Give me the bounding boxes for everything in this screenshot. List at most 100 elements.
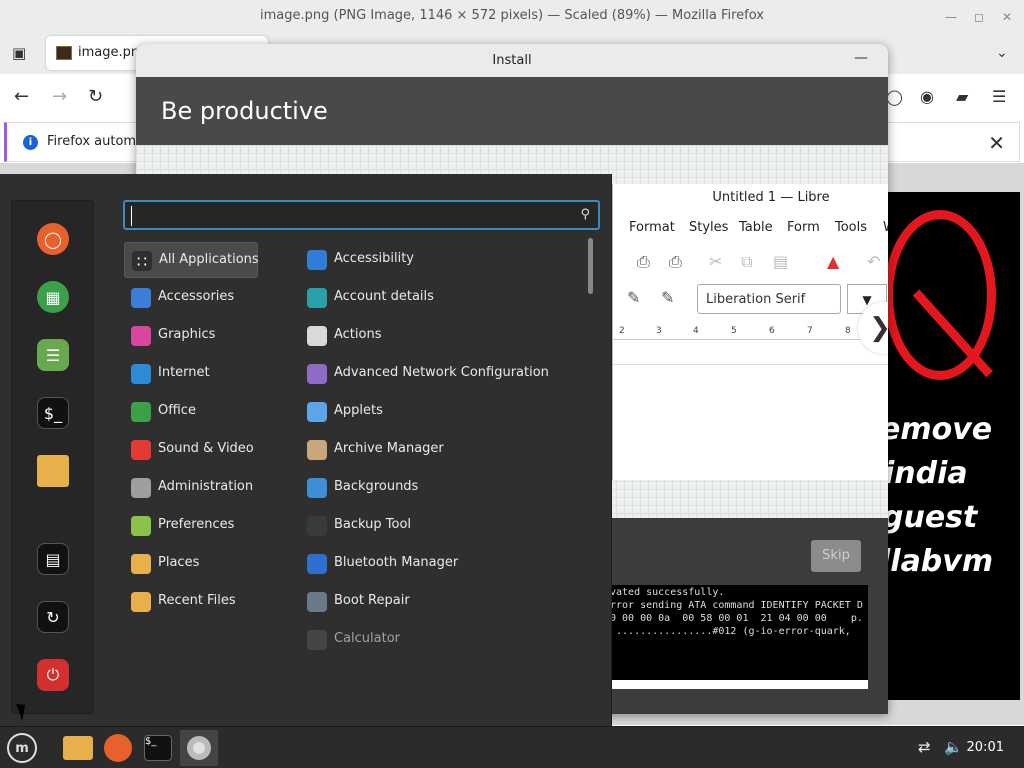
app-label: Actions [334,327,382,342]
skip-button[interactable]: Skip [811,540,861,572]
settings-icon[interactable]: ☰ [37,339,69,371]
search-box: ⚲ [123,200,600,230]
app-label: Applets [334,403,383,418]
image-text-line: guest [882,500,978,535]
files-icon[interactable] [37,455,69,487]
preferences-icon [131,516,151,536]
writer-menu-item: W [883,220,888,235]
backgrounds-icon [307,478,327,498]
grid-icon: ∷ [132,251,152,271]
minimize-icon[interactable]: — [944,10,958,24]
app-list-scrollbar[interactable] [588,238,593,294]
cut-icon: ✂ [709,252,723,271]
pocket-icon[interactable]: ◯ [886,88,903,106]
installer-disc-icon[interactable] [180,730,218,766]
app-boot-repair[interactable]: Boot Repair [300,584,580,620]
app-advanced-network-configuration[interactable]: Advanced Network Configuration [300,356,580,392]
clock[interactable]: 20:01 [967,740,1004,755]
category-places[interactable]: Places [124,546,258,582]
writer-title: Untitled 1 — Libre [712,190,830,205]
accessibility-icon [307,250,327,270]
firefox-titlebar: image.png (PNG Image, 1146 × 572 pixels)… [0,0,1024,34]
logout-icon[interactable]: ↻ [37,601,69,633]
firefox-icon[interactable] [102,732,134,764]
close-icon[interactable]: ✕ [1000,10,1014,24]
category-label: Recent Files [158,593,236,608]
back-icon[interactable]: ← [14,88,29,106]
writer-menubar: Format Styles Table Form Tools W [613,220,888,242]
tab-thumbnail-icon [56,46,72,60]
app-label: Backgrounds [334,479,419,494]
network-icon[interactable]: ⇄ [918,738,931,756]
category-internet[interactable]: Internet [124,356,258,392]
category-preferences[interactable]: Preferences [124,508,258,544]
font-name-box: Liberation Serif [697,284,841,314]
maximize-icon[interactable]: ◻ [972,10,986,24]
menu-launcher-icon[interactable]: m [6,732,38,764]
installer-header: Be productive [136,77,888,145]
app-calculator[interactable]: Calculator [300,622,580,658]
clone-formatting-icon: ▲ [827,252,840,271]
app-archive-manager[interactable]: Archive Manager [300,432,580,468]
extensions-icon[interactable]: ▰ [956,88,968,106]
forward-icon[interactable]: → [52,88,67,106]
archive-icon [307,440,327,460]
palette-icon [131,326,151,346]
search-input[interactable] [131,206,571,226]
category-label: Office [158,403,196,418]
log-line: rror sending ATA command IDENTIFY PACKET… [610,600,863,611]
app-bluetooth-manager[interactable]: Bluetooth Manager [300,546,580,582]
print-icon: ⎙ [637,252,650,271]
actions-icon [307,326,327,346]
installer-titlebar: Install — [136,44,888,77]
account-icon[interactable]: ◉ [920,88,934,106]
image-text-line: emove [880,412,993,447]
calculator-icon [307,630,327,650]
terminal-icon[interactable]: $_ [37,397,69,429]
hamburger-menu-icon[interactable]: ☰ [992,88,1006,106]
paste-icon: ▤ [773,252,789,271]
no-sign-icon [884,210,996,380]
category-label: Sound & Video [158,441,254,456]
copy-icon: ⧉ [741,252,753,271]
network-icon [307,364,327,384]
app-backgrounds[interactable]: Backgrounds [300,470,580,506]
installer-title: Install [492,53,532,68]
search-icon: ⚲ [580,207,590,222]
category-sound-video[interactable]: Sound & Video [124,432,258,468]
infobar-close-icon[interactable]: ✕ [988,131,1005,155]
info-icon: i [23,135,38,150]
app-applets[interactable]: Applets [300,394,580,430]
ruler-mark: 2 [619,326,625,336]
app-label: Calculator [334,631,401,646]
app-account-details[interactable]: Account details [300,280,580,316]
category-accessories[interactable]: Accessories [124,280,258,316]
ruler: 2 3 4 5 6 7 8 [613,324,888,340]
app-backup-tool[interactable]: Backup Tool [300,508,580,544]
category-graphics[interactable]: Graphics [124,318,258,354]
minimize-icon[interactable]: — [854,50,868,66]
firefox-icon[interactable]: ◯ [37,223,69,255]
lock-screen-icon[interactable]: ▤ [37,543,69,575]
taskbar: m $_ ⇄ 🔈 20:01 [0,726,1024,768]
shutdown-icon[interactable]: ⏻ [37,659,69,691]
category-all-applications[interactable]: ∷ All Applications [124,242,259,278]
app-actions[interactable]: Actions [300,318,580,354]
writer-toolbar: ⎙ ⎙ ✂ ⧉ ▤ ▲ ↶ [613,248,888,278]
category-label: Internet [158,365,210,380]
app-accessibility[interactable]: Accessibility [300,242,580,278]
category-administration[interactable]: Administration [124,470,258,506]
software-manager-icon[interactable]: ▦ [37,281,69,313]
globe-icon [131,364,151,384]
reload-icon[interactable]: ↻ [88,88,103,106]
category-office[interactable]: Office [124,394,258,430]
installer-log: vated successfully. rror sending ATA com… [610,585,868,689]
admin-icon [131,478,151,498]
files-icon[interactable] [62,732,94,764]
terminal-icon[interactable]: $_ [142,732,174,764]
chevron-down-icon[interactable]: ⌄ [996,44,1008,62]
volume-icon[interactable]: 🔈 [944,738,963,756]
category-recent-files[interactable]: Recent Files [124,584,258,620]
tab-list-icon[interactable]: ▣ [12,44,26,62]
favorites-sidebar: ◯ ▦ ☰ $_ ▤ ↻ ⏻ [11,200,94,714]
